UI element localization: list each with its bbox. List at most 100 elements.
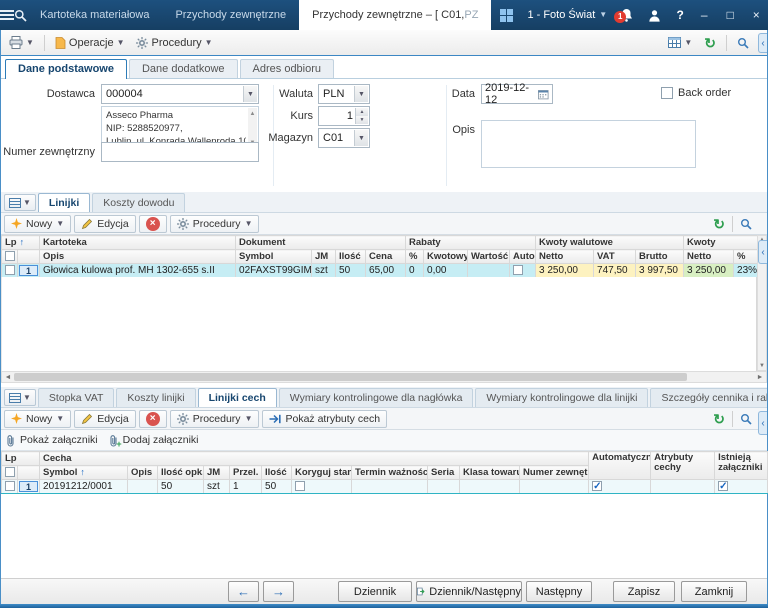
col-opis[interactable]: Opis [39,249,237,264]
col-automatyczna[interactable]: Automatyczna [588,451,652,480]
calendar-icon[interactable] [538,89,549,100]
col-ilosc[interactable]: Ilość [261,465,293,480]
cell-netto[interactable]: 3 250,00 [683,263,735,278]
collapse-panel-handle[interactable]: ‹ [758,33,767,53]
cell-termin-waznosci[interactable] [351,479,429,494]
column-settings-button[interactable]: ▼ [663,33,697,53]
col-select[interactable] [1,465,18,480]
scroll-down-icon[interactable]: ▼ [759,363,765,369]
cell-ilosc[interactable]: 50 [261,479,293,494]
scroll-right-icon[interactable]: ► [754,374,766,381]
dostawca-combo[interactable]: 000004 ▼ [101,84,259,104]
col-klasa-towaru[interactable]: Klasa towaru [459,465,521,480]
col-group-cecha[interactable]: Cecha [39,451,590,466]
col-group-dokument[interactable]: Dokument [235,235,407,250]
col-jm[interactable]: JM [203,465,231,480]
col-istnieja-zalaczniki[interactable]: Istnieją załączniki [714,451,768,480]
col-cena[interactable]: Cena [365,249,407,264]
scrollbar-thumb[interactable] [14,373,688,381]
col-ilosc-opk[interactable]: Ilość opk. [157,465,205,480]
close-button[interactable]: × [743,8,768,22]
back-order-checkbox[interactable] [661,87,673,99]
print-button[interactable]: ▼ [4,33,39,53]
lines-horizontal-scrollbar[interactable]: ◄ ► [1,371,767,383]
zalaczniki-checkbox[interactable] [718,481,729,493]
col-wartosc[interactable]: Wartość [467,249,511,264]
tab-dane-dodatkowe[interactable]: Dane dodatkowe [128,59,238,78]
col-netto[interactable]: Netto [683,249,735,264]
col-symbol[interactable]: Symbol [235,249,313,264]
cell-koryguj-stan[interactable] [291,479,353,494]
cell-lp[interactable]: 1 [16,479,41,494]
numer-zewnetrzny-input[interactable] [101,142,259,162]
col-brutto[interactable]: Brutto [635,249,685,264]
notifications-button[interactable]: 1 [613,8,639,23]
cell-wartosc[interactable] [467,263,511,278]
cell-select[interactable] [1,263,18,278]
cell-opis[interactable]: Głowica kulowa prof. MH 1302-655 s.II [39,263,237,278]
chevron-down-icon[interactable]: ▼ [354,86,368,102]
tab-wymiary-linijki[interactable]: Wymiary kontrolingowe dla linijki [475,388,649,407]
auto-checkbox[interactable] [513,265,524,276]
collapse-panel-handle[interactable]: ‹ [758,411,767,435]
scrollbar-track[interactable] [14,372,754,382]
tab-koszty-linijki[interactable]: Koszty linijki [116,388,196,407]
col-przel[interactable]: Przel. [229,465,263,480]
menu-button[interactable] [0,0,14,30]
details-nowy-button[interactable]: Nowy ▼ [4,409,72,428]
col-select[interactable] [1,249,18,264]
col-opis[interactable]: Opis [127,465,159,480]
details-row-1[interactable]: 1 20191212/0001 50 szt 1 50 [1,479,768,494]
col-termin-waznosci[interactable]: Termin ważności [351,465,429,480]
col-auto[interactable]: Auto [509,249,537,264]
lines-row-1[interactable]: 1 Głowica kulowa prof. MH 1302-655 s.II … [1,263,759,278]
tab-przychody-zewnetrzne[interactable]: Przychody zewnętrzne [162,0,299,30]
cell-seria[interactable] [427,479,461,494]
cell-brutto[interactable]: 3 997,50 [635,263,685,278]
previous-document-button[interactable]: ← [228,581,259,602]
details-view-button[interactable]: ▼ [4,389,36,406]
help-button[interactable]: ? [669,8,691,22]
cell-select[interactable] [1,479,18,494]
spin-down-icon[interactable]: ▼ [355,116,368,124]
tab-linijki[interactable]: Linijki [37,193,91,212]
magazyn-combo[interactable]: C01 ▼ [318,128,370,148]
nastepny-button[interactable]: Następny [526,581,592,602]
maximize-button[interactable]: □ [717,8,743,22]
details-delete-button[interactable]: × [138,409,167,428]
pokaz-zalaczniki-button[interactable]: Pokaż załączniki [5,434,98,447]
select-all-checkbox[interactable] [5,467,15,478]
refresh-icon[interactable]: ↻ [713,412,725,426]
col-ilosc[interactable]: Ilość [335,249,367,264]
nowy-button[interactable]: Nowy ▼ [4,214,72,233]
cell-istnieja-zalaczniki[interactable] [714,479,768,494]
cell-jm[interactable]: szt [203,479,231,494]
cell-przel[interactable]: 1 [229,479,263,494]
tab-szczegoly-cennika[interactable]: Szczegóły cennika i rabatu [650,388,767,407]
cell-opis[interactable] [127,479,159,494]
cell-cena[interactable]: 65,00 [365,263,407,278]
col-rabat-proc[interactable]: % [405,249,425,264]
tab-wymiary-naglowka[interactable]: Wymiary kontrolingowe dla nagłówka [278,388,474,407]
company-selector[interactable]: 1 - Foto Świat ▼ [521,9,613,21]
col-group-kartoteka[interactable]: Kartoteka [39,235,237,250]
delete-button[interactable]: × [138,214,167,233]
zamknij-button[interactable]: Zamknij [681,581,747,602]
collapse-panel-handle[interactable]: ‹ [758,240,767,264]
tab-adres-odbioru[interactable]: Adres odbioru [239,59,335,78]
search-icon[interactable] [740,413,752,425]
details-procedury-button[interactable]: Procedury ▼ [169,409,260,428]
app-grid-button[interactable] [491,8,521,22]
dziennik-nastepny-button[interactable]: Dziennik/Następny [416,581,522,602]
minimize-button[interactable]: – [691,8,717,22]
col-group-rabaty[interactable]: Rabaty [405,235,537,250]
col-vat[interactable]: VAT [593,249,637,264]
cell-vat[interactable]: 747,50 [593,263,637,278]
cell-ilosc-opk[interactable]: 50 [157,479,205,494]
cell-proc[interactable]: 23% [733,263,759,278]
opis-textarea[interactable] [481,120,696,168]
col-seria[interactable]: Seria [427,465,461,480]
tab-stopka-vat[interactable]: Stopka VAT [37,388,115,407]
col-lp[interactable] [16,249,41,264]
chevron-down-icon[interactable]: ▼ [354,130,368,146]
